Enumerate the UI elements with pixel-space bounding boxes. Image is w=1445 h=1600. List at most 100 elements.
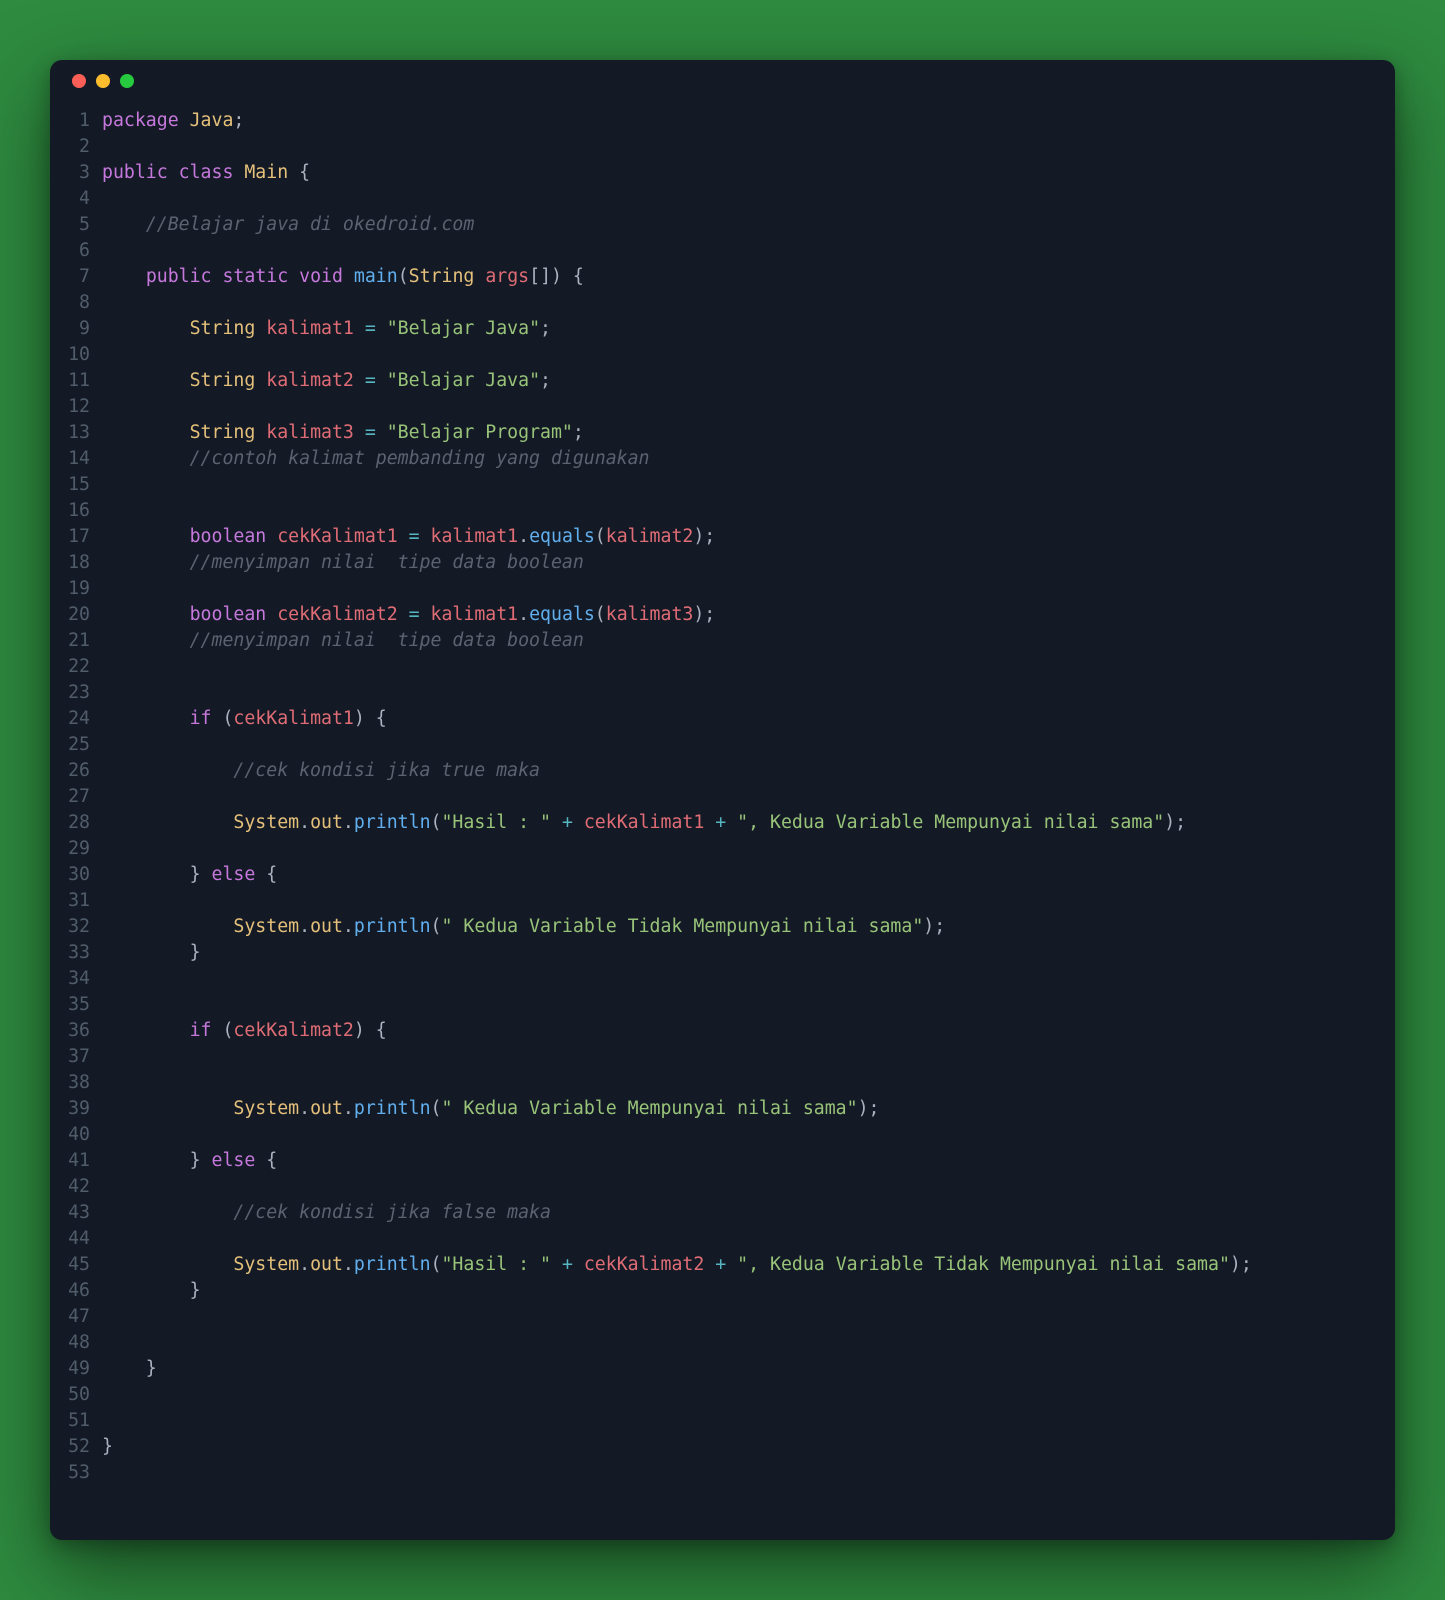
code-line: 37 bbox=[50, 1044, 1395, 1070]
minimize-icon[interactable] bbox=[96, 74, 110, 88]
code-line: 34 bbox=[50, 966, 1395, 992]
code-line: 12 bbox=[50, 394, 1395, 420]
code-content: System.out.println("Hasil : " + cekKalim… bbox=[102, 1252, 1252, 1278]
line-number: 48 bbox=[50, 1330, 102, 1356]
code-line: 41 } else { bbox=[50, 1148, 1395, 1174]
line-number: 26 bbox=[50, 758, 102, 784]
code-content: } else { bbox=[102, 862, 277, 888]
line-number: 15 bbox=[50, 472, 102, 498]
code-content: } bbox=[102, 1278, 201, 1304]
line-number: 16 bbox=[50, 498, 102, 524]
line-number: 19 bbox=[50, 576, 102, 602]
line-number: 44 bbox=[50, 1226, 102, 1252]
code-content: } bbox=[102, 940, 201, 966]
code-line: 18 //menyimpan nilai tipe data boolean bbox=[50, 550, 1395, 576]
code-line: 33 } bbox=[50, 940, 1395, 966]
line-number: 23 bbox=[50, 680, 102, 706]
code-line: 11 String kalimat2 = "Belajar Java"; bbox=[50, 368, 1395, 394]
line-number: 21 bbox=[50, 628, 102, 654]
code-line: 25 bbox=[50, 732, 1395, 758]
code-content: package Java; bbox=[102, 108, 244, 134]
code-line: 38 bbox=[50, 1070, 1395, 1096]
code-line: 52} bbox=[50, 1434, 1395, 1460]
code-line: 15 bbox=[50, 472, 1395, 498]
code-content: } bbox=[102, 1356, 157, 1382]
code-line: 9 String kalimat1 = "Belajar Java"; bbox=[50, 316, 1395, 342]
code-line: 1package Java; bbox=[50, 108, 1395, 134]
line-number: 25 bbox=[50, 732, 102, 758]
code-editor[interactable]: 1package Java;23public class Main {45 //… bbox=[50, 102, 1395, 1516]
line-number: 2 bbox=[50, 134, 102, 160]
line-number: 13 bbox=[50, 420, 102, 446]
line-number: 32 bbox=[50, 914, 102, 940]
code-content: boolean cekKalimat2 = kalimat1.equals(ka… bbox=[102, 602, 715, 628]
code-line: 30 } else { bbox=[50, 862, 1395, 888]
line-number: 35 bbox=[50, 992, 102, 1018]
line-number: 28 bbox=[50, 810, 102, 836]
code-line: 16 bbox=[50, 498, 1395, 524]
code-line: 23 bbox=[50, 680, 1395, 706]
line-number: 49 bbox=[50, 1356, 102, 1382]
code-line: 8 bbox=[50, 290, 1395, 316]
line-number: 37 bbox=[50, 1044, 102, 1070]
code-line: 39 System.out.println(" Kedua Variable M… bbox=[50, 1096, 1395, 1122]
close-icon[interactable] bbox=[72, 74, 86, 88]
line-number: 31 bbox=[50, 888, 102, 914]
code-line: 40 bbox=[50, 1122, 1395, 1148]
line-number: 7 bbox=[50, 264, 102, 290]
zoom-icon[interactable] bbox=[120, 74, 134, 88]
line-number: 50 bbox=[50, 1382, 102, 1408]
code-line: 45 System.out.println("Hasil : " + cekKa… bbox=[50, 1252, 1395, 1278]
line-number: 6 bbox=[50, 238, 102, 264]
code-line: 46 } bbox=[50, 1278, 1395, 1304]
code-content: public static void main(String args[]) { bbox=[102, 264, 584, 290]
code-line: 44 bbox=[50, 1226, 1395, 1252]
code-content: //cek kondisi jika false maka bbox=[102, 1200, 551, 1226]
code-content: if (cekKalimat2) { bbox=[102, 1018, 387, 1044]
code-line: 21 //menyimpan nilai tipe data boolean bbox=[50, 628, 1395, 654]
line-number: 51 bbox=[50, 1408, 102, 1434]
code-content: } bbox=[102, 1434, 113, 1460]
code-content: //contoh kalimat pembanding yang digunak… bbox=[102, 446, 650, 472]
line-number: 18 bbox=[50, 550, 102, 576]
code-line: 7 public static void main(String args[])… bbox=[50, 264, 1395, 290]
code-content: //menyimpan nilai tipe data boolean bbox=[102, 628, 584, 654]
line-number: 11 bbox=[50, 368, 102, 394]
line-number: 53 bbox=[50, 1460, 102, 1486]
line-number: 46 bbox=[50, 1278, 102, 1304]
line-number: 10 bbox=[50, 342, 102, 368]
code-line: 31 bbox=[50, 888, 1395, 914]
code-line: 28 System.out.println("Hasil : " + cekKa… bbox=[50, 810, 1395, 836]
line-number: 47 bbox=[50, 1304, 102, 1330]
code-line: 29 bbox=[50, 836, 1395, 862]
line-number: 5 bbox=[50, 212, 102, 238]
code-line: 19 bbox=[50, 576, 1395, 602]
line-number: 33 bbox=[50, 940, 102, 966]
line-number: 27 bbox=[50, 784, 102, 810]
code-line: 3public class Main { bbox=[50, 160, 1395, 186]
code-line: 10 bbox=[50, 342, 1395, 368]
line-number: 8 bbox=[50, 290, 102, 316]
code-line: 35 bbox=[50, 992, 1395, 1018]
code-line: 42 bbox=[50, 1174, 1395, 1200]
code-line: 5 //Belajar java di okedroid.com bbox=[50, 212, 1395, 238]
line-number: 36 bbox=[50, 1018, 102, 1044]
code-line: 24 if (cekKalimat1) { bbox=[50, 706, 1395, 732]
line-number: 17 bbox=[50, 524, 102, 550]
code-content: String kalimat1 = "Belajar Java"; bbox=[102, 316, 551, 342]
code-content: String kalimat2 = "Belajar Java"; bbox=[102, 368, 551, 394]
line-number: 29 bbox=[50, 836, 102, 862]
code-content: public class Main { bbox=[102, 160, 310, 186]
code-line: 51 bbox=[50, 1408, 1395, 1434]
line-number: 43 bbox=[50, 1200, 102, 1226]
code-line: 17 boolean cekKalimat1 = kalimat1.equals… bbox=[50, 524, 1395, 550]
code-line: 6 bbox=[50, 238, 1395, 264]
code-line: 36 if (cekKalimat2) { bbox=[50, 1018, 1395, 1044]
line-number: 4 bbox=[50, 186, 102, 212]
code-line: 43 //cek kondisi jika false maka bbox=[50, 1200, 1395, 1226]
code-line: 27 bbox=[50, 784, 1395, 810]
code-content: } else { bbox=[102, 1148, 277, 1174]
line-number: 38 bbox=[50, 1070, 102, 1096]
window-titlebar bbox=[50, 60, 1395, 102]
code-line: 32 System.out.println(" Kedua Variable T… bbox=[50, 914, 1395, 940]
